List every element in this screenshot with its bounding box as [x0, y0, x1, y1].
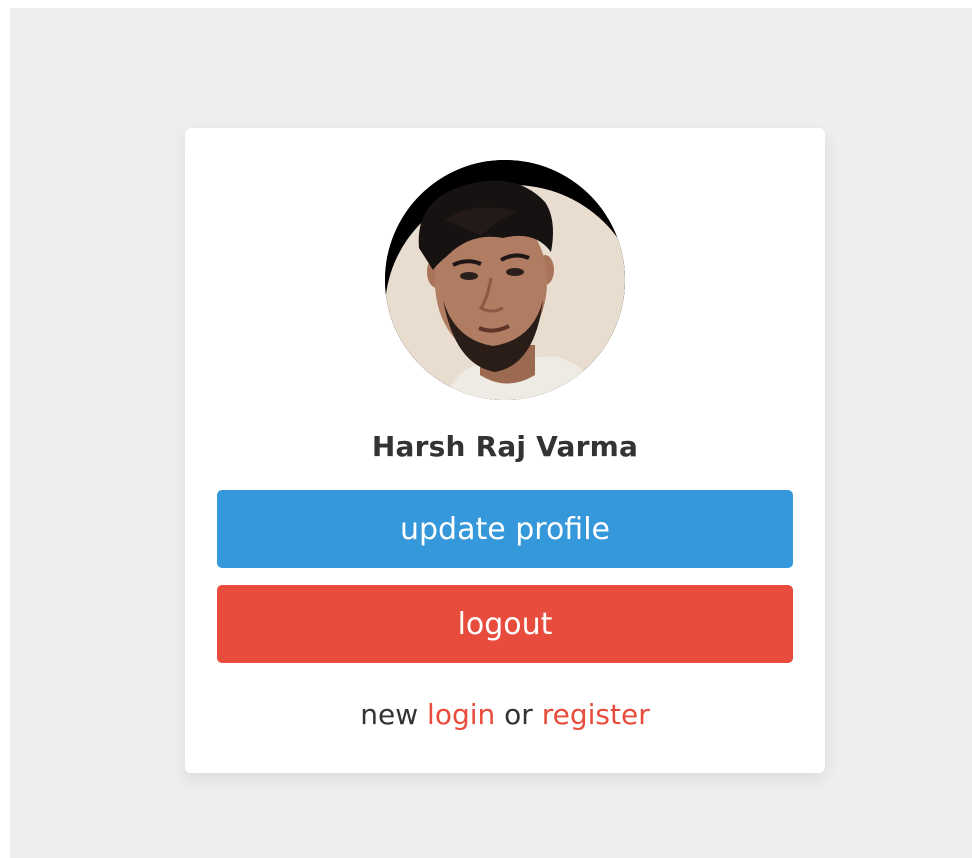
or-text: or: [504, 698, 533, 731]
new-text: new: [360, 698, 419, 731]
login-link[interactable]: login: [427, 698, 495, 731]
auth-links: new login or register: [185, 698, 825, 731]
profile-card: Harsh Raj Varma update profile logout ne…: [185, 128, 825, 773]
avatar-photo: [385, 160, 625, 400]
page-background: Harsh Raj Varma update profile logout ne…: [10, 8, 972, 858]
avatar: [385, 160, 625, 400]
profile-name: Harsh Raj Varma: [371, 430, 639, 463]
update-profile-button[interactable]: update profile: [217, 490, 793, 568]
logout-button[interactable]: logout: [217, 585, 793, 663]
register-link[interactable]: register: [542, 698, 650, 731]
